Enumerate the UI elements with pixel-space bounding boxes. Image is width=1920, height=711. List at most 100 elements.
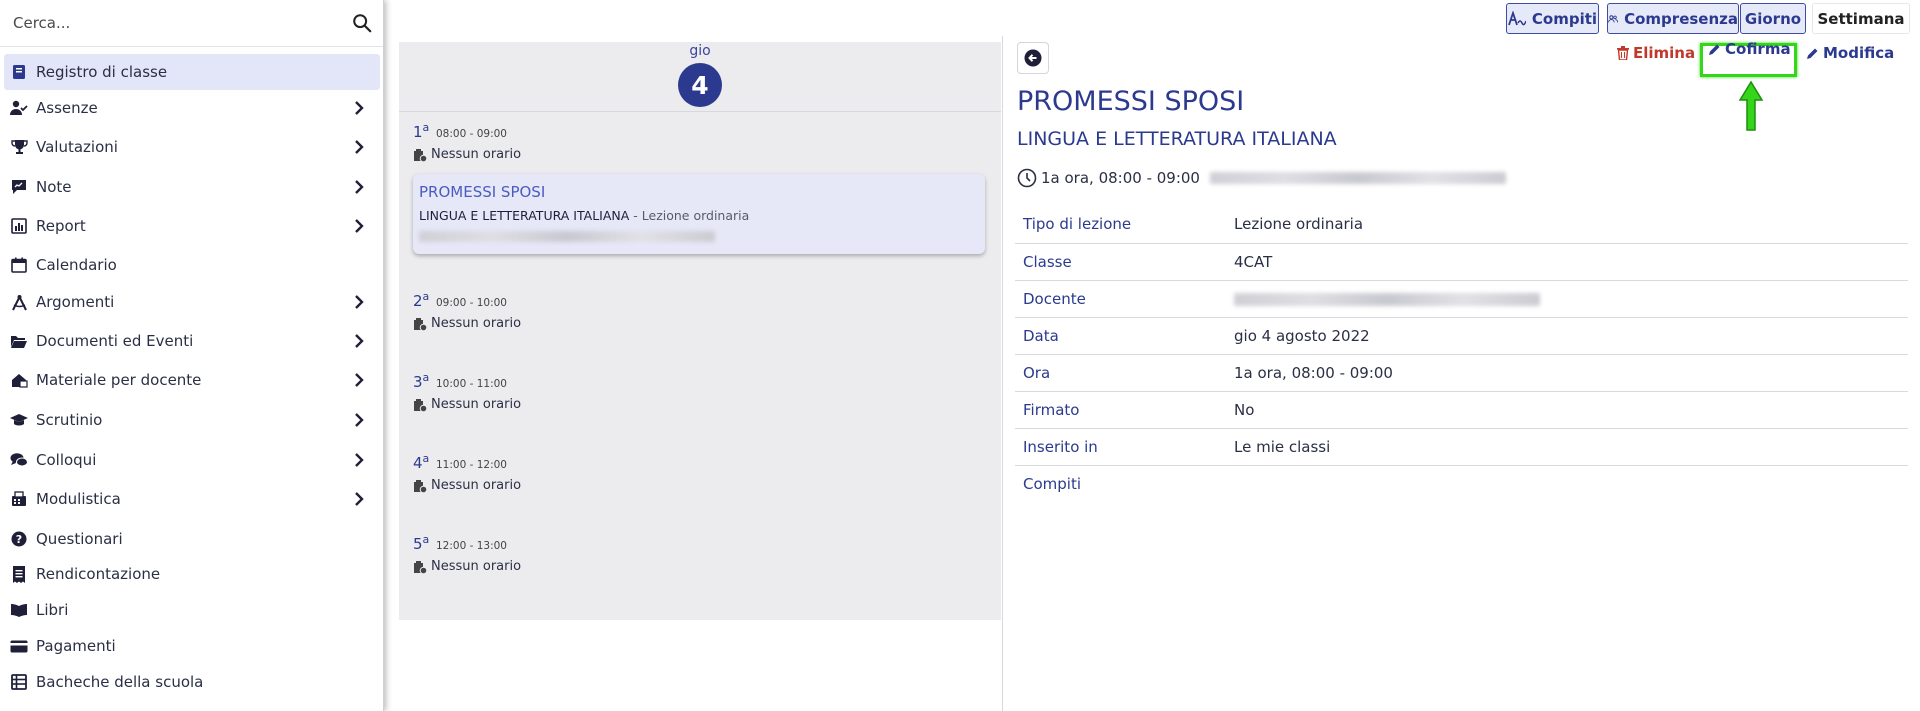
sidebar-item-label: Pagamenti <box>36 637 116 655</box>
redacted-teacher-name <box>419 231 715 242</box>
sidebar-item-label: Argomenti <box>36 293 115 311</box>
sidebar-item-materiale-per-docente[interactable]: Materiale per docente <box>4 362 380 398</box>
calendar-icon <box>10 256 28 274</box>
compresenza-label: Compresenza <box>1624 9 1738 28</box>
chevron-right-icon <box>355 413 364 427</box>
table-row: Classe 4CAT <box>1015 243 1908 281</box>
slot-number: 5a <box>413 533 430 553</box>
sidebar-item-label: Note <box>36 178 72 196</box>
lesson-card-title: PROMESSI SPOSI <box>419 183 546 201</box>
slot-status[interactable]: Nessun orario <box>413 397 521 412</box>
building-clock-icon <box>414 560 427 574</box>
lesson-info-table: Tipo di lezione Lezione ordinaria Classe 4… <box>1015 206 1908 502</box>
slot-time: 12:00 - 13:00 <box>436 540 507 552</box>
giorno-button[interactable]: Giorno <box>1740 3 1806 34</box>
day-name: gio <box>689 43 711 59</box>
search-input[interactable] <box>0 0 384 46</box>
slot-time: 08:00 - 09:00 <box>436 128 507 140</box>
sidebar-item-rendicontazione[interactable]: Rendicontazione <box>4 556 380 592</box>
table-row: Docente <box>1015 280 1908 318</box>
sidebar-item-label: Libri <box>36 601 69 619</box>
slot-status[interactable]: Nessun orario <box>413 316 521 331</box>
sidebar-item-colloqui[interactable]: Colloqui <box>4 442 380 478</box>
redacted-teacher-name <box>1234 292 1540 306</box>
sidebar-item-label: Materiale per docente <box>36 371 202 389</box>
cofirma-label: Cofirma <box>1725 40 1791 58</box>
sidebar-item-label: Assenze <box>36 99 98 117</box>
sidebar-item-bacheche-della-scuola[interactable]: Bacheche della scuola <box>4 664 380 700</box>
sidebar-item-note[interactable]: Note <box>4 169 380 205</box>
slot-number: 3a <box>413 371 430 391</box>
sidebar: Registro di classe Assenze Valutazioni N… <box>0 0 384 711</box>
modifica-button[interactable]: Modifica <box>1806 44 1894 62</box>
sidebar-item-label: Modulistica <box>36 490 121 508</box>
sidebar-item-argomenti[interactable]: Argomenti <box>4 284 380 320</box>
slot-time: 11:00 - 12:00 <box>436 459 507 471</box>
back-button[interactable] <box>1017 42 1049 74</box>
compiti-button[interactable]: Compiti <box>1506 3 1599 34</box>
table-row: Compiti <box>1023 474 1082 493</box>
chevron-right-icon <box>355 101 364 115</box>
elimina-button[interactable]: Elimina <box>1617 44 1695 62</box>
lesson-time: 1a ora, 08:00 - 09:00 <box>1017 168 1506 188</box>
sidebar-item-label: Report <box>36 217 86 235</box>
sidebar-item-libri[interactable]: Libri <box>4 592 380 628</box>
docente-value <box>1234 280 1908 318</box>
chat-bubbles-icon <box>10 451 28 469</box>
compresenza-button[interactable]: Compresenza <box>1607 3 1739 34</box>
graduation-cap-icon <box>10 411 28 429</box>
table-row: Ora 1a ora, 08:00 - 09:00 <box>1015 354 1908 392</box>
table-list-icon <box>10 673 28 691</box>
sidebar-item-pagamenti[interactable]: Pagamenti <box>4 628 380 664</box>
chevron-right-icon <box>355 219 364 233</box>
sidebar-item-label: Calendario <box>36 256 117 274</box>
sidebar-item-assenze[interactable]: Assenze <box>4 90 380 126</box>
slot-number: 4a <box>413 452 430 472</box>
book-icon <box>10 63 28 81</box>
search-icon[interactable] <box>351 12 373 34</box>
settimana-label: Settimana <box>1817 9 1905 28</box>
handwriting-icon <box>1508 10 1526 25</box>
sidebar-item-calendario[interactable]: Calendario <box>4 247 380 283</box>
sidebar-item-questionari[interactable]: ? Questionari <box>4 521 380 557</box>
svg-text:?: ? <box>16 533 22 546</box>
chevron-right-icon <box>355 180 364 194</box>
open-book-icon <box>10 601 28 619</box>
day-column: gio 4 1a 08:00 - 09:00 Nessun orario PRO… <box>399 42 1001 620</box>
fax-icon <box>10 490 28 508</box>
slot-status[interactable]: Nessun orario <box>413 478 521 493</box>
green-arrow-up-icon <box>1738 80 1764 131</box>
chevron-right-icon <box>355 140 364 154</box>
sidebar-item-valutazioni[interactable]: Valutazioni <box>4 129 380 165</box>
slot-time: 09:00 - 10:00 <box>436 297 507 309</box>
sidebar-item-modulistica[interactable]: Modulistica <box>4 481 380 517</box>
slot-status[interactable]: Nessun orario <box>413 559 521 574</box>
giorno-label: Giorno <box>1744 9 1802 28</box>
slot-status[interactable]: Nessun orario <box>413 147 521 162</box>
lesson-detail-panel: Elimina Cofirma Modifica PROMESSI SPOSI … <box>1002 36 1920 711</box>
sidebar-item-label: Documenti ed Eventi <box>36 332 194 350</box>
sidebar-item-registro-di-classe[interactable]: Registro di classe <box>4 54 380 90</box>
chevron-right-icon <box>355 492 364 506</box>
table-row: Data gio 4 agosto 2022 <box>1015 317 1908 355</box>
users-icon <box>1608 14 1618 22</box>
sidebar-item-scrutinio[interactable]: Scrutinio <box>4 402 380 438</box>
search-bar <box>0 0 384 47</box>
sidebar-item-report[interactable]: Report <box>4 208 380 244</box>
cofirma-button[interactable]: Cofirma <box>1708 40 1791 58</box>
table-row: Inserito in Le mie classi <box>1015 428 1908 466</box>
folder-open-icon <box>10 332 28 350</box>
compass-icon <box>10 293 28 311</box>
trash-icon <box>1617 46 1629 60</box>
credit-card-icon <box>10 637 28 655</box>
slot-time: 10:00 - 11:00 <box>436 378 507 390</box>
sidebar-item-label: Rendicontazione <box>36 565 161 583</box>
sidebar-item-documenti-ed-eventi[interactable]: Documenti ed Eventi <box>4 323 380 359</box>
lesson-card[interactable]: PROMESSI SPOSI LINGUA E LETTERATURA ITAL… <box>413 174 985 254</box>
settimana-button[interactable]: Settimana <box>1812 3 1910 34</box>
pencil-icon <box>1709 44 1720 55</box>
arrow-left-circle-icon <box>1024 49 1042 67</box>
sidebar-item-label: Questionari <box>36 530 123 548</box>
pencil-icon <box>1807 48 1818 59</box>
table-row: Firmato No <box>1015 391 1908 429</box>
